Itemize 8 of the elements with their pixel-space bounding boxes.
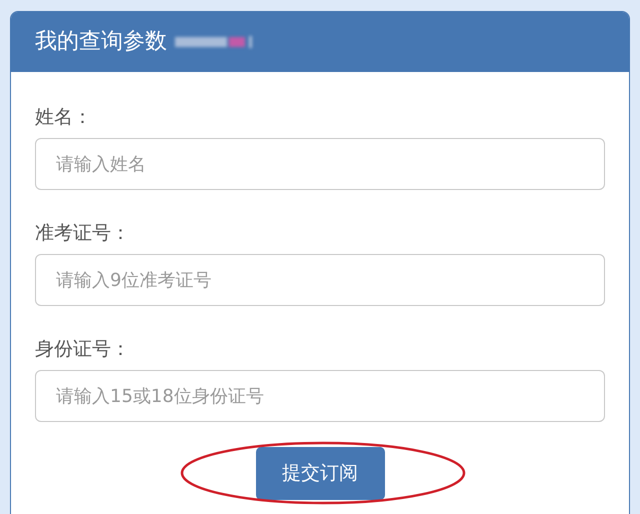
- submit-button[interactable]: 提交订阅: [256, 447, 384, 500]
- field-label: 姓名：: [35, 105, 92, 130]
- panel-title: 我的查询参数: [35, 28, 167, 56]
- input-field[interactable]: 请输入姓名: [35, 138, 605, 190]
- field-label: 身份证号：: [35, 337, 130, 362]
- input-field[interactable]: 请输入9位准考证号: [35, 254, 605, 306]
- field-label: 准考证号：: [35, 221, 130, 246]
- input-field[interactable]: 请输入15或18位身份证号: [35, 370, 605, 422]
